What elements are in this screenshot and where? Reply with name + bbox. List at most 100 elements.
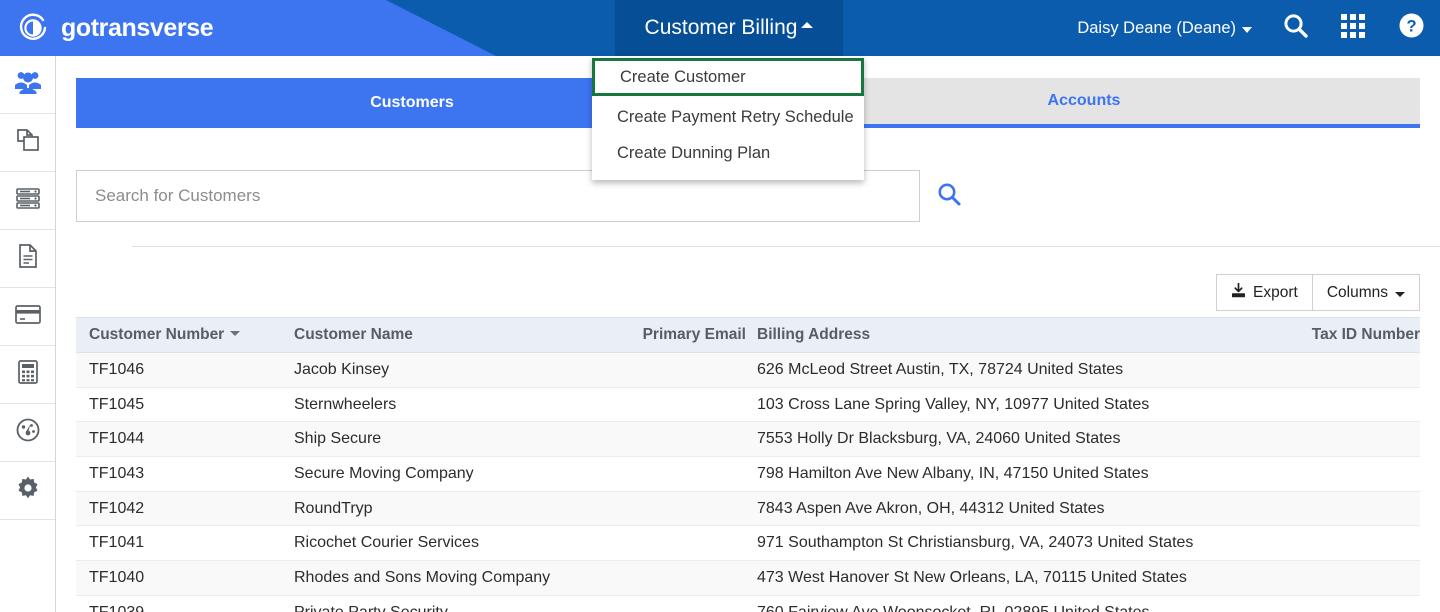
menu-item-create-customer[interactable]: Create Customer: [592, 58, 864, 96]
table-row[interactable]: TF1043 Secure Moving Company 798 Hamilton …: [76, 456, 1420, 492]
customer-billing-dropdown-menu: Create Customer Create Payment Retry Sch…: [592, 56, 864, 180]
table-toolbar: Export Columns: [1216, 274, 1420, 311]
cell-number: TF1042: [76, 491, 281, 527]
gear-settings-icon: [15, 475, 41, 506]
header-right-cluster: Daisy Deane (Deane) ?: [1063, 0, 1440, 56]
download-icon: [1231, 282, 1246, 303]
circle-swirl-logo-icon: [16, 11, 50, 45]
sidebar-item-products[interactable]: [0, 114, 55, 172]
menu-item-create-payment-retry-schedule[interactable]: Create Payment Retry Schedule: [592, 99, 864, 135]
cell-number: TF1039: [76, 595, 281, 612]
columns-button[interactable]: Columns: [1312, 274, 1420, 311]
server-stack-icon: [15, 185, 41, 216]
cell-email: [606, 560, 746, 596]
table-row[interactable]: TF1040 Rhodes and Sons Moving Company 473 …: [76, 560, 1420, 596]
column-label: Customer Name: [294, 326, 413, 343]
cell-email: [606, 421, 746, 458]
cell-tax: [1276, 456, 1420, 492]
cell-tax: [1276, 560, 1420, 596]
table-row[interactable]: TF1042 RoundTryp 7843 Aspen Ave Akron, OH,…: [76, 491, 1420, 527]
apps-grid-button[interactable]: [1324, 0, 1382, 56]
cell-tax: [1276, 352, 1420, 388]
table-row[interactable]: TF1039Private Party Security 760 Fairview…: [76, 595, 1420, 612]
sidebar-item-customers[interactable]: [0, 56, 55, 114]
sidebar-item-documents[interactable]: [0, 230, 55, 288]
sidebar-item-dashboard[interactable]: [0, 404, 55, 462]
cell-address: 798 Hamilton Ave New Albany, IN, 47150 U…: [746, 456, 1276, 492]
cell-address: 103 Cross Lane Spring Valley, NY, 10977 …: [746, 387, 1276, 423]
user-menu-label: Daisy Deane (Deane): [1077, 18, 1236, 37]
menu-item-create-dunning-plan[interactable]: Create Dunning Plan: [592, 135, 864, 171]
menu-item-label: Create Payment Retry Schedule: [617, 107, 854, 126]
cell-number: TF1041: [76, 525, 281, 562]
cell-name: Ship Secure: [281, 421, 606, 458]
column-header-billing-address[interactable]: Billing Address: [746, 317, 1276, 353]
gauge-dashboard-icon: [15, 417, 41, 448]
cell-address: 473 West Hanover St New Orleans, LA, 701…: [746, 560, 1276, 596]
sidebar-item-calculator[interactable]: [0, 346, 55, 404]
column-header-primary-email[interactable]: Primary Email: [606, 317, 746, 353]
column-label: Primary Email: [642, 326, 746, 343]
cell-address: 7553 Holly Dr Blacksburg, VA, 24060 Unit…: [746, 421, 1276, 458]
left-sidebar: [0, 56, 56, 612]
global-search-button[interactable]: [1266, 0, 1324, 56]
cell-tax: [1276, 387, 1420, 423]
sidebar-item-payments[interactable]: [0, 288, 55, 346]
column-header-customer-number[interactable]: Customer Number: [76, 317, 281, 353]
cell-name: Ricochet Courier Services: [281, 525, 606, 562]
cell-email: [606, 352, 746, 388]
cell-address: 760 Fairview Ave Woonsocket, RI, 02895 U…: [746, 595, 1276, 612]
table-row[interactable]: TF1045 Sternwheelers 103 Cross Lane Spring…: [76, 387, 1420, 423]
cell-name: Jacob Kinsey: [281, 352, 606, 388]
sidebar-item-servers[interactable]: [0, 172, 55, 230]
column-label: Tax ID Number: [1311, 326, 1420, 343]
menu-item-label: Create Customer: [620, 67, 746, 86]
help-circle-icon: ?: [1398, 12, 1425, 44]
customers-table: Customer Number Customer Name Primary Em…: [76, 317, 1420, 612]
copy-documents-icon: [15, 127, 41, 158]
cell-name: RoundTryp: [281, 491, 606, 527]
caret-down-icon: [1395, 291, 1405, 297]
nav-customer-billing-label: Customer Billing: [644, 16, 798, 39]
cell-name: Secure Moving Company: [281, 456, 606, 492]
table-row[interactable]: TF1046 Jacob Kinsey 626 McLeod Street Aust…: [76, 352, 1420, 388]
cell-number: TF1046: [76, 352, 281, 388]
cell-tax: [1276, 595, 1420, 612]
cell-tax: [1276, 491, 1420, 527]
brand[interactable]: gotransverse: [16, 0, 214, 56]
apps-grid-icon: [1340, 13, 1366, 44]
column-header-tax-id-number[interactable]: Tax ID Number: [1276, 317, 1420, 353]
cell-name: Private Party Security: [281, 595, 606, 612]
table-row[interactable]: TF1041 Ricochet Courier Services 971 South…: [76, 525, 1420, 562]
calculator-icon: [16, 359, 40, 390]
credit-card-icon: [14, 303, 42, 330]
cell-number: TF1040: [76, 560, 281, 596]
user-menu[interactable]: Daisy Deane (Deane): [1063, 0, 1266, 56]
cell-number: TF1043: [76, 456, 281, 492]
cell-number: TF1044: [76, 421, 281, 458]
cell-email: [606, 595, 746, 612]
tab-label: Customers: [370, 94, 454, 111]
table-row[interactable]: TF1044 Ship Secure 7553 Holly Dr Blacksbur…: [76, 421, 1420, 458]
help-button[interactable]: ?: [1382, 0, 1440, 56]
cell-address: 971 Southampton St Christiansburg, VA, 2…: [746, 525, 1276, 562]
document-lines-icon: [16, 243, 40, 274]
search-submit-button[interactable]: [934, 181, 964, 211]
cell-email: [606, 525, 746, 562]
tab-label: Accounts: [1047, 92, 1121, 109]
sidebar-item-settings[interactable]: [0, 462, 55, 520]
export-button[interactable]: Export: [1216, 274, 1313, 311]
nav-customer-billing-button[interactable]: Customer Billing: [615, 0, 843, 56]
cell-name: Rhodes and Sons Moving Company: [281, 560, 606, 596]
cell-tax: [1276, 421, 1420, 458]
cell-address: 7843 Aspen Ave Akron, OH, 44312 United S…: [746, 491, 1276, 527]
sort-desc-caret-icon: [230, 331, 241, 336]
cell-address: 626 McLeod Street Austin, TX, 78724 Unit…: [746, 352, 1276, 388]
table-body: TF1046 Jacob Kinsey 626 McLeod Street Aust…: [76, 352, 1420, 612]
menu-item-label: Create Dunning Plan: [617, 143, 771, 162]
app-header: gotransverse Customer Billing Daisy Dean…: [0, 0, 1440, 56]
people-group-icon: [14, 69, 42, 100]
column-header-customer-name[interactable]: Customer Name: [281, 317, 606, 353]
customers-table-container: Customer Number Customer Name Primary Em…: [76, 317, 1420, 612]
table-head: Customer Number Customer Name Primary Em…: [76, 317, 1420, 353]
